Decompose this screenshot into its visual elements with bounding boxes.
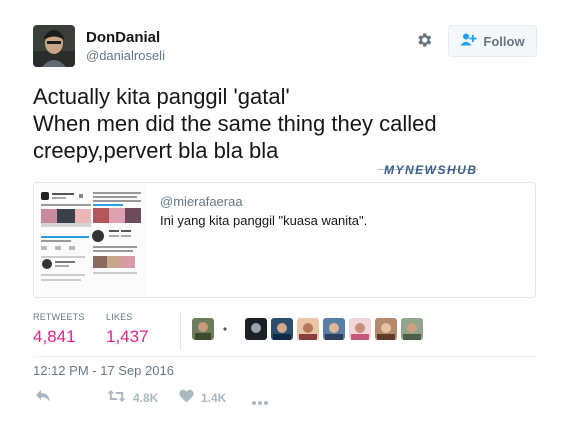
watermark: MYNEWSHUB — [378, 163, 478, 177]
timestamp[interactable]: 12:12 PM - 17 Sep 2016 — [33, 363, 174, 378]
liker-avatar[interactable] — [375, 318, 397, 340]
follow-button[interactable]: Follow — [448, 25, 537, 57]
liker-avatar[interactable] — [271, 318, 293, 340]
follow-button-label: Follow — [483, 33, 525, 49]
stats-divider — [180, 312, 181, 350]
quoted-media-thumbnail[interactable] — [35, 184, 147, 296]
likes-stat[interactable]: LIKES 1,437 — [106, 312, 149, 347]
reply-button[interactable] — [35, 389, 51, 406]
like-button[interactable]: 1.4K — [179, 389, 226, 406]
quoted-tweet[interactable]: @mierafaeraa Ini yang kita panggil "kuas… — [33, 182, 536, 298]
author-handle[interactable]: @danialroseli — [86, 48, 165, 63]
retweet-count: 4.8K — [133, 390, 159, 405]
heart-icon — [179, 389, 194, 406]
retweets-count: 4,841 — [33, 327, 76, 346]
quoted-text: Ini yang kita panggil "kuasa wanita". — [160, 213, 368, 228]
more-icon — [251, 395, 269, 409]
liker-avatar[interactable] — [297, 318, 319, 340]
liker-avatar[interactable] — [401, 318, 423, 340]
liker-avatar[interactable] — [323, 318, 345, 340]
liker-avatar[interactable] — [245, 318, 267, 340]
author-name[interactable]: DonDanial — [86, 29, 160, 46]
reply-icon — [35, 389, 51, 406]
more-button[interactable] — [251, 395, 269, 409]
retweet-icon — [107, 389, 126, 406]
liker-avatar[interactable] — [220, 318, 230, 340]
gear-icon[interactable] — [414, 30, 434, 50]
tweet-line: When men did the same thing they called — [33, 111, 437, 136]
likes-count: 1,437 — [106, 327, 149, 346]
likes-label: LIKES — [106, 312, 133, 322]
retweets-label: RETWEETS — [33, 312, 85, 322]
tweet-text: Actually kita panggil 'gatal' When men d… — [33, 83, 533, 164]
liker-avatar[interactable] — [192, 318, 214, 340]
tweet-line: creepy,pervert bla bla bla — [33, 138, 279, 163]
add-user-icon — [460, 33, 477, 49]
retweet-button[interactable]: 4.8K — [107, 389, 158, 406]
tweet-line: Actually kita panggil 'gatal' — [33, 84, 290, 109]
retweets-stat[interactable]: RETWEETS 4,841 — [33, 312, 85, 347]
avatar[interactable] — [33, 25, 75, 67]
like-count: 1.4K — [201, 390, 227, 405]
quoted-handle[interactable]: @mierafaeraa — [160, 194, 243, 209]
divider — [33, 356, 536, 357]
liker-avatar[interactable] — [349, 318, 371, 340]
